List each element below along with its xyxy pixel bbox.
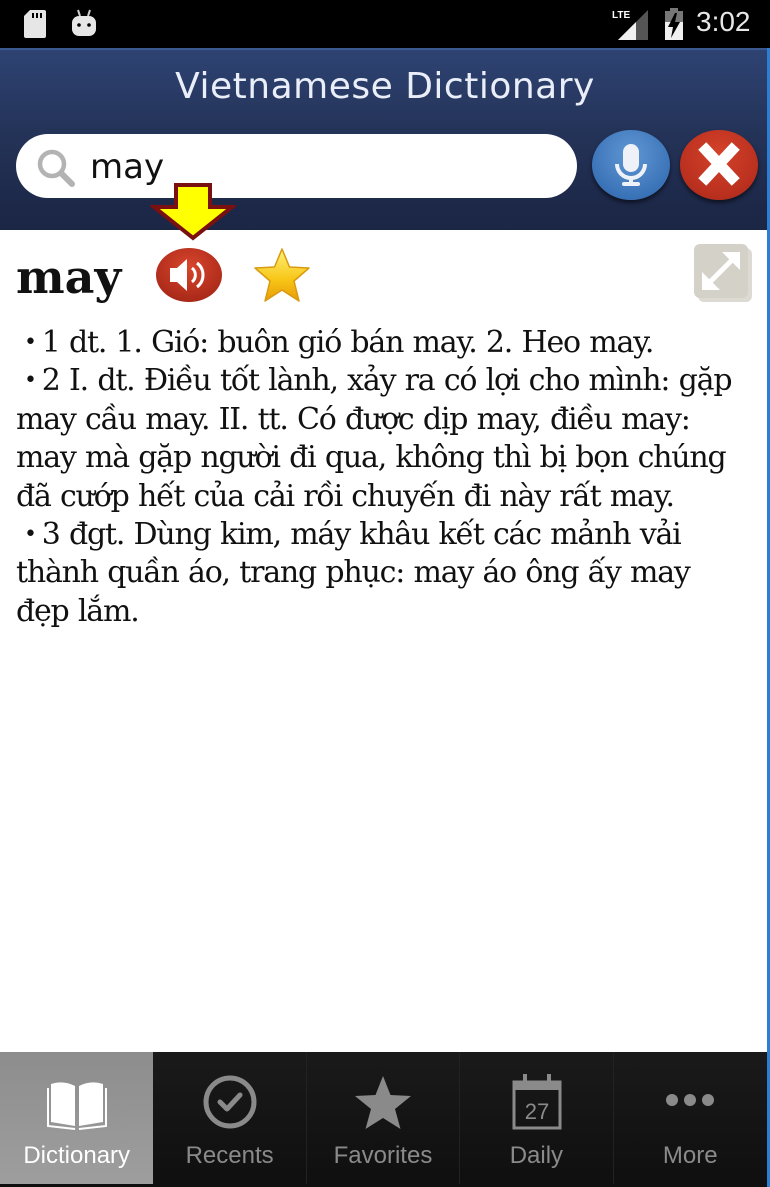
bullet: •	[24, 522, 37, 548]
entry-view: may • 1 dt. 1. Gió: buôn gió bán may. 2. …	[0, 230, 767, 1052]
status-clock: 3:02	[696, 6, 751, 37]
favorite-star-icon[interactable]	[252, 246, 312, 306]
definition-list: • 1 dt. 1. Gió: buôn gió bán may. 2. Heo …	[16, 324, 746, 631]
check-circle-icon	[203, 1075, 257, 1129]
microphone-icon	[615, 144, 647, 186]
bottom-tab-bar: Dictionary Recents Favorites 27 Daily Mo…	[0, 1052, 767, 1187]
tab-label: Recents	[185, 1142, 274, 1169]
sd-card-icon	[24, 10, 46, 38]
bullet: •	[24, 368, 37, 394]
definition-item: • 3 đgt. Dùng kim, máy khâu kết các mảnh …	[16, 516, 746, 631]
bullet: •	[24, 330, 37, 355]
star-icon	[354, 1076, 411, 1129]
app-title: Vietnamese Dictionary	[175, 66, 595, 107]
android-debug-icon	[72, 9, 96, 36]
voice-search-button[interactable]	[592, 130, 670, 200]
annotation-arrow-icon	[150, 183, 236, 241]
status-bar: LTE 3:02	[0, 0, 770, 48]
calendar-icon: 27	[512, 1074, 562, 1130]
clear-search-button[interactable]	[680, 130, 758, 200]
tab-daily[interactable]: 27 Daily	[460, 1052, 614, 1184]
definition-text: 3 đgt. Dùng kim, máy khâu kết các mảnh v…	[16, 517, 691, 629]
book-icon	[46, 1082, 107, 1130]
tab-recents[interactable]: Recents	[153, 1052, 307, 1184]
lte-signal-icon: LTE	[612, 10, 648, 40]
search-box[interactable]	[16, 134, 577, 198]
calendar-day: 27	[525, 1099, 549, 1124]
definition-item: • 2 I. dt. Điều tốt lành, xảy ra có lợi c…	[16, 362, 746, 516]
tab-favorites[interactable]: Favorites	[307, 1052, 461, 1184]
tab-label: Favorites	[333, 1142, 433, 1169]
more-dots-icon	[666, 1094, 715, 1106]
definition-item: • 1 dt. 1. Gió: buôn gió bán may. 2. Heo …	[16, 324, 746, 362]
speaker-icon[interactable]	[155, 246, 223, 304]
definition-text: 1 dt. 1. Gió: buôn gió bán may. 2. Heo m…	[41, 325, 655, 360]
entry-headword: may	[16, 250, 122, 304]
tab-label: More	[662, 1142, 718, 1169]
tab-label: Daily	[509, 1142, 564, 1169]
app-header: Vietnamese Dictionary	[0, 48, 770, 232]
battery-charging-icon	[665, 8, 683, 40]
close-icon	[698, 142, 740, 186]
definition-text: 2 I. dt. Điều tốt lành, xảy ra có lợi ch…	[16, 363, 733, 514]
tab-more[interactable]: More	[614, 1052, 767, 1184]
search-icon	[37, 149, 75, 187]
expand-icon[interactable]	[692, 242, 754, 304]
tab-dictionary[interactable]: Dictionary	[0, 1052, 154, 1184]
svg-text:LTE: LTE	[612, 10, 630, 21]
tab-label: Dictionary	[23, 1142, 131, 1169]
